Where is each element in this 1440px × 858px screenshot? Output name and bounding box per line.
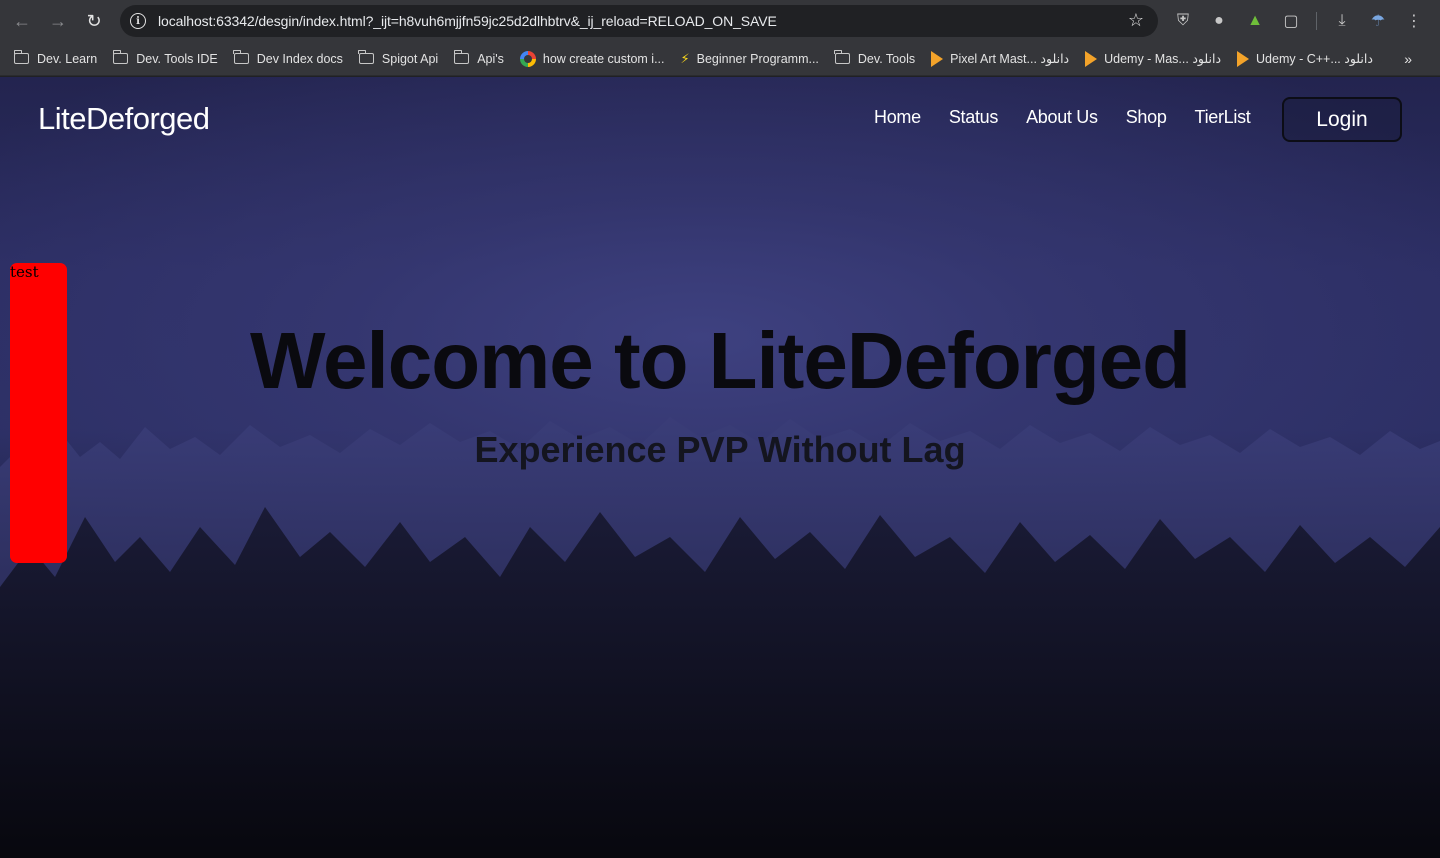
bookmark-label: Udemy - Mas... دانلود bbox=[1104, 52, 1222, 66]
play-icon bbox=[931, 50, 944, 67]
bookmark-label: Beginner Programm... bbox=[696, 51, 819, 66]
nav-tierlist[interactable]: TierList bbox=[1195, 107, 1251, 128]
bookmark-label: Dev. Tools IDE bbox=[136, 51, 218, 66]
hero-subtitle: Experience PVP Without Lag bbox=[474, 429, 966, 470]
download-icon[interactable]: ⤓ bbox=[1327, 5, 1357, 37]
bookmark-label: Dev Index docs bbox=[256, 51, 343, 66]
google-icon bbox=[519, 50, 536, 67]
browser-toolbar: ← → ↻ i localhost:63342/desgin/index.htm… bbox=[0, 0, 1440, 42]
folder-icon bbox=[112, 50, 129, 64]
forward-icon[interactable]: → bbox=[42, 5, 74, 37]
login-button[interactable]: Login bbox=[1282, 97, 1402, 142]
bookmarks-overflow-icon[interactable]: » bbox=[1404, 51, 1412, 67]
site-logo[interactable]: LiteDeforged bbox=[38, 101, 210, 137]
folder-icon bbox=[358, 50, 374, 64]
bookmark-label: how create custom i... bbox=[542, 51, 665, 66]
bookmarks-bar: Dev. Learn Dev. Tools IDE Dev Index docs Sp… bbox=[0, 42, 1440, 76]
folder-icon bbox=[13, 50, 29, 64]
menu-kebab-icon[interactable]: ⋮ bbox=[1399, 5, 1429, 37]
nav-about-us[interactable]: About Us bbox=[1026, 107, 1098, 128]
folder-icon bbox=[834, 50, 850, 64]
tree-extension-icon[interactable]: ▲ bbox=[1240, 5, 1270, 37]
puzzle-extensions-icon[interactable]: ▢ bbox=[1276, 5, 1306, 37]
bookmark-item[interactable]: Dev. Tools bbox=[834, 50, 916, 66]
extension-icon[interactable]: ● bbox=[1204, 5, 1234, 37]
web-page: LiteDeforged Home Status About Us Shop T… bbox=[0, 77, 1440, 858]
play-icon bbox=[1085, 50, 1098, 67]
extensions-area: ⛨ ● ▲ ▢ ⤓ ☂ ⋮ bbox=[1168, 5, 1429, 37]
bookmark-label: Dev. Learn bbox=[37, 51, 98, 66]
reload-icon[interactable]: ↻ bbox=[78, 5, 110, 37]
bookmark-item[interactable]: Dev Index docs bbox=[233, 50, 343, 66]
hero-title: Welcome to LiteDeforged bbox=[249, 316, 1191, 405]
bookmark-item[interactable]: Spigot Api bbox=[358, 50, 439, 66]
play-icon bbox=[1237, 50, 1250, 67]
bookmark-label: Api's bbox=[477, 51, 504, 66]
bookmark-item[interactable]: Dev. Tools IDE bbox=[112, 50, 218, 66]
nav-shop[interactable]: Shop bbox=[1126, 107, 1167, 128]
nav-links: Home Status About Us Shop TierList bbox=[874, 107, 1251, 128]
bookmark-item[interactable]: Udemy - Mas... دانلود bbox=[1085, 50, 1222, 67]
bookmark-item[interactable]: Udemy - C++... دانلود bbox=[1237, 50, 1373, 67]
bookmark-label: Spigot Api bbox=[381, 51, 439, 66]
bookmark-item[interactable]: Pixel Art Mast... دانلود bbox=[931, 50, 1070, 67]
bookmark-item[interactable]: ⚡ Beginner Programm... bbox=[680, 51, 818, 67]
side-panel: test bbox=[10, 263, 67, 563]
side-panel-text: test bbox=[10, 263, 39, 281]
bookmark-label: Dev. Tools bbox=[857, 51, 916, 66]
bookmark-item[interactable]: Dev. Learn bbox=[13, 50, 98, 66]
bookmark-label: Udemy - C++... دانلود bbox=[1256, 52, 1373, 66]
site-info-icon[interactable]: i bbox=[130, 13, 146, 29]
bookmark-item[interactable]: how create custom i... bbox=[519, 50, 665, 67]
profile-avatar-icon[interactable]: ☂ bbox=[1363, 5, 1393, 37]
nav-status[interactable]: Status bbox=[949, 107, 999, 128]
bookmark-item[interactable]: Api's bbox=[453, 50, 504, 66]
bookmark-star-icon[interactable]: ☆ bbox=[1128, 10, 1144, 31]
folder-icon bbox=[453, 50, 470, 64]
bookmark-label: Pixel Art Mast... دانلود bbox=[950, 52, 1070, 66]
shield-extension-icon[interactable]: ⛨ bbox=[1168, 5, 1198, 37]
url-text[interactable]: localhost:63342/desgin/index.html?_ijt=h… bbox=[158, 13, 777, 29]
address-bar[interactable]: i localhost:63342/desgin/index.html?_ijt… bbox=[120, 5, 1158, 37]
folder-icon bbox=[233, 50, 249, 64]
site-navbar: LiteDeforged Home Status About Us Shop T… bbox=[0, 77, 1440, 161]
toolbar-divider bbox=[1316, 12, 1317, 30]
nav-home[interactable]: Home bbox=[874, 107, 921, 128]
bolt-icon: ⚡ bbox=[680, 50, 690, 66]
back-icon[interactable]: ← bbox=[6, 5, 38, 37]
